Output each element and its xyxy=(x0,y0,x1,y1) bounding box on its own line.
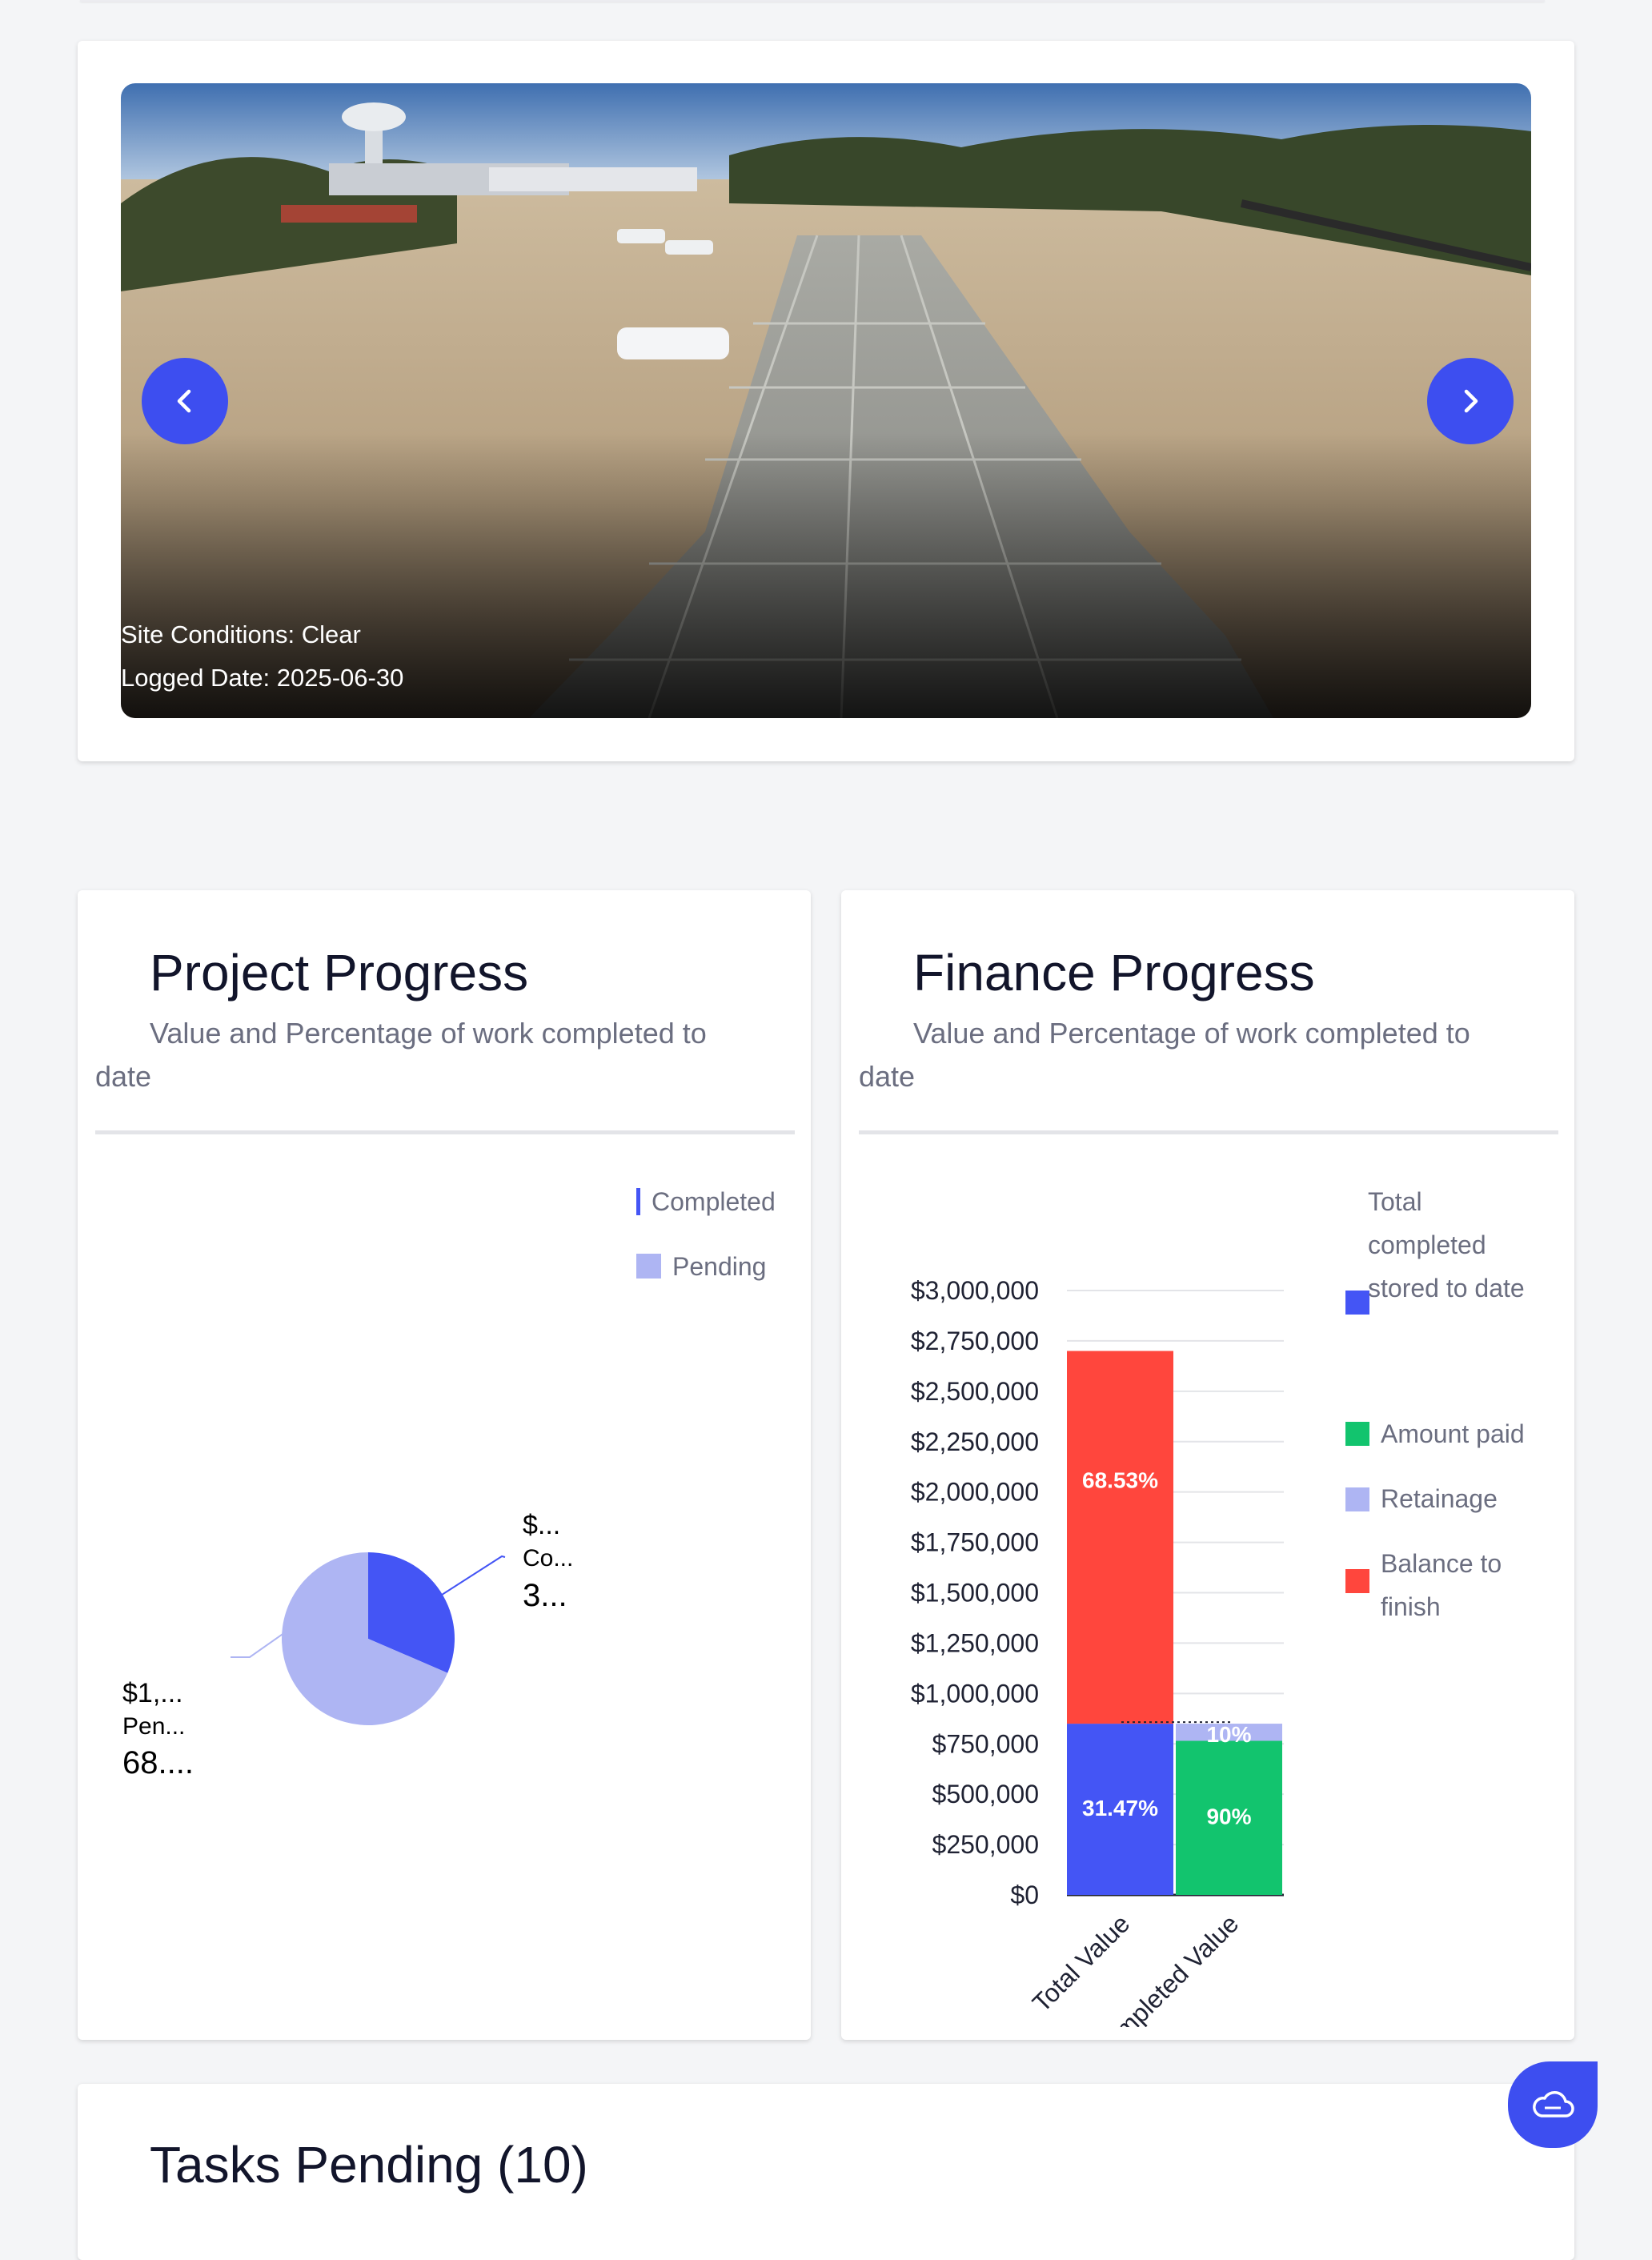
legend-label: finish xyxy=(1381,1592,1441,1621)
project-progress-divider xyxy=(95,1130,795,1134)
legend-swatch-completed xyxy=(636,1188,640,1215)
previous-card-edge xyxy=(80,0,1545,2)
project-progress-subtitle: Value and Percentage of work completed t… xyxy=(95,1017,707,1093)
project-progress-card: Project Progress Value and Percentage of… xyxy=(78,890,811,2040)
y-tick-label: $1,250,000 xyxy=(911,1628,1039,1657)
legend-label: stored to date xyxy=(1368,1274,1525,1303)
finance-legend-item[interactable]: Balance to finish xyxy=(1345,1549,1502,1621)
cloud-fab-button[interactable] xyxy=(1508,2061,1598,2148)
legend-swatch xyxy=(1345,1291,1369,1315)
finance-progress-chart: $0 $250,000 $500,000 $750,000 $1,000,000 $1,2… xyxy=(911,1187,1525,2027)
chevron-left-icon xyxy=(177,389,191,413)
legend-label: Retainage xyxy=(1381,1484,1498,1513)
finance-progress-subtitle: Value and Percentage of work completed t… xyxy=(859,1017,1470,1093)
finance-legend-item[interactable]: Retainage xyxy=(1345,1484,1498,1513)
chevron-right-icon xyxy=(1464,389,1478,413)
tasks-pending-title: Tasks Pending (10) xyxy=(150,2136,588,2194)
finance-legend-item[interactable]: Total completed stored to date xyxy=(1345,1187,1525,1315)
finance-progress-card: Finance Progress Value and Percentage of… xyxy=(841,890,1574,2040)
leader-line-completed xyxy=(439,1555,506,1597)
y-tick-label: $3,000,000 xyxy=(911,1276,1039,1305)
y-tick-label: $2,250,000 xyxy=(911,1427,1039,1456)
site-conditions-text: Site Conditions: Clear xyxy=(121,620,361,648)
bar-data-label: 10% xyxy=(1206,1722,1251,1747)
cloud-icon xyxy=(1533,2091,1574,2117)
legend-pending[interactable]: Pending xyxy=(636,1252,766,1281)
completed-value-label: $... xyxy=(523,1510,560,1540)
legend-label: Balance to xyxy=(1381,1549,1502,1578)
finance-progress-divider xyxy=(859,1130,1558,1134)
legend-swatch xyxy=(1345,1487,1369,1511)
x-tick-label: Total Value xyxy=(1027,1909,1136,2017)
pending-value-label: $1,... xyxy=(122,1678,183,1708)
legend-label-pending: Pending xyxy=(672,1252,766,1281)
finance-legend-item[interactable]: Amount paid xyxy=(1345,1419,1525,1448)
logged-date-text: Logged Date: 2025-06-30 xyxy=(121,664,404,692)
site-photo-card: Site Conditions: Clear Logged Date: 2025… xyxy=(78,41,1574,761)
bar-data-label: 90% xyxy=(1206,1804,1251,1829)
project-progress-chart: Completed Pending $... Co... 3... $1,...… xyxy=(122,1187,776,1780)
y-tick-label: $2,500,000 xyxy=(911,1377,1039,1406)
legend-label: Total xyxy=(1368,1187,1422,1216)
carousel-next-button[interactable] xyxy=(1427,358,1514,444)
y-tick-label: $1,750,000 xyxy=(911,1528,1039,1557)
carousel-prev-button[interactable] xyxy=(142,358,228,444)
y-tick-label: $0 xyxy=(1010,1881,1039,1909)
y-tick-label: $1,000,000 xyxy=(911,1679,1039,1708)
y-tick-label: $750,000 xyxy=(932,1729,1039,1758)
bar-segment[interactable] xyxy=(1067,1351,1173,1724)
legend-swatch xyxy=(1345,1422,1369,1446)
legend-label: completed xyxy=(1368,1230,1486,1259)
bar-data-label: 68.53% xyxy=(1082,1467,1158,1492)
legend-label: Amount paid xyxy=(1381,1419,1525,1448)
legend-swatch-pending xyxy=(636,1254,661,1279)
pending-percent-label: 68.... xyxy=(122,1745,194,1780)
bar-data-label: 31.47% xyxy=(1082,1796,1158,1820)
pending-name-label: Pen... xyxy=(122,1713,185,1740)
project-progress-title: Project Progress xyxy=(150,944,529,1002)
completed-name-label: Co... xyxy=(523,1545,573,1572)
tasks-pending-card: Tasks Pending (10) xyxy=(78,2084,1574,2260)
y-tick-label: $2,750,000 xyxy=(911,1327,1039,1355)
y-tick-label: $500,000 xyxy=(932,1780,1039,1808)
finance-progress-title: Finance Progress xyxy=(913,944,1315,1002)
legend-swatch xyxy=(1345,1569,1369,1593)
y-tick-label: $2,000,000 xyxy=(911,1478,1039,1507)
y-tick-label: $250,000 xyxy=(932,1830,1039,1859)
pie xyxy=(282,1552,455,1725)
y-tick-label: $1,500,000 xyxy=(911,1579,1039,1608)
legend-label-completed: Completed xyxy=(652,1187,776,1216)
completed-percent-label: 3... xyxy=(523,1578,567,1613)
legend-completed[interactable]: Completed xyxy=(636,1187,776,1216)
